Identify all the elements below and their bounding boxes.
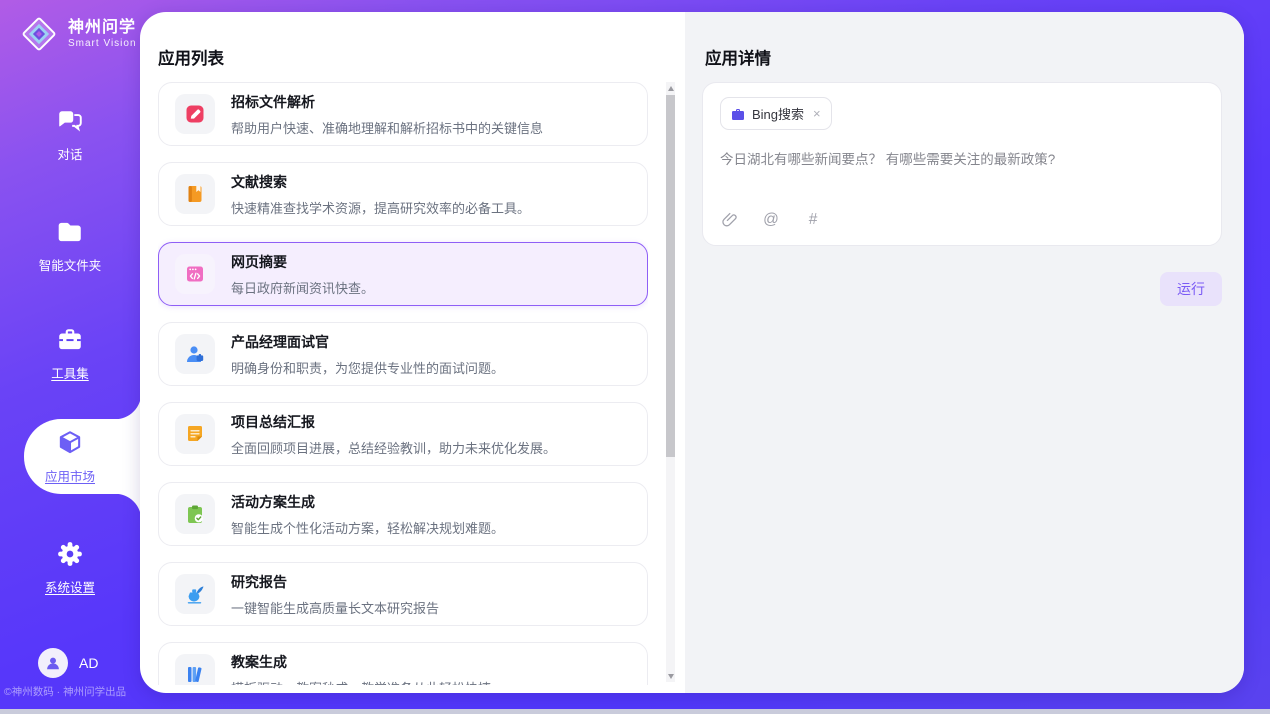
chat-icon bbox=[56, 107, 84, 135]
sidebar-item-label: 对话 bbox=[57, 144, 82, 163]
app-detail-title: 应用详情 bbox=[705, 45, 771, 69]
app-card[interactable]: 研究报告 一键智能生成高质量长文本研究报告 bbox=[158, 562, 648, 626]
toolbox-icon bbox=[56, 326, 84, 354]
app-card-title: 文献搜索 bbox=[231, 172, 530, 192]
books-icon bbox=[175, 654, 215, 685]
content-surface: 应用列表 招标文件解析 帮助用户快速、准确地理解和解析招标书中的关键信息 文献搜… bbox=[140, 12, 1244, 693]
app-list-panel: 应用列表 招标文件解析 帮助用户快速、准确地理解和解析招标书中的关键信息 文献搜… bbox=[140, 12, 685, 693]
mention-icon[interactable]: @ bbox=[762, 211, 780, 229]
app-card-title: 网页摘要 bbox=[231, 252, 374, 272]
app-card-title: 研究报告 bbox=[231, 572, 439, 592]
research-report-icon bbox=[175, 574, 215, 614]
brand-name: 神州问学 bbox=[68, 19, 137, 37]
book-icon bbox=[175, 174, 215, 214]
sidebar-item-label: 系统设置 bbox=[45, 577, 95, 596]
app-card[interactable]: 活动方案生成 智能生成个性化活动方案，轻松解决规划难题。 bbox=[158, 482, 648, 546]
sidebar-item-app-market[interactable]: 应用市场 bbox=[0, 429, 140, 485]
active-notch bbox=[115, 494, 141, 520]
sidebar-item-label: 智能文件夹 bbox=[39, 255, 102, 274]
app-card[interactable]: 项目总结汇报 全面回顾项目进展，总结经验教训，助力未来优化发展。 bbox=[158, 402, 648, 466]
app-list-title: 应用列表 bbox=[158, 45, 224, 69]
attach-button[interactable] bbox=[720, 211, 738, 229]
tool-tag-label: Bing搜索 bbox=[752, 104, 804, 123]
cube-icon bbox=[56, 429, 84, 457]
sidebar-item-label: 工具集 bbox=[51, 363, 89, 382]
app-card-desc: 智能生成个性化活动方案，轻松解决规划难题。 bbox=[231, 518, 504, 537]
app-card[interactable]: 教案生成 模板驱动，教案秒成，教学准备从此轻松快捷 bbox=[158, 642, 648, 685]
scrollbar-thumb[interactable] bbox=[666, 95, 675, 457]
sidebar-item-smart-folder[interactable]: 智能文件夹 bbox=[0, 218, 140, 274]
app-card[interactable]: 产品经理面试官 明确身份和职责，为您提供专业性的面试问题。 bbox=[158, 322, 648, 386]
run-button[interactable]: 运行 bbox=[1160, 272, 1222, 306]
gear-icon bbox=[56, 540, 84, 568]
sidebar-item-chat[interactable]: 对话 bbox=[0, 107, 140, 163]
app-card-desc: 帮助用户快速、准确地理解和解析招标书中的关键信息 bbox=[231, 118, 543, 137]
app-card-desc: 模板驱动，教案秒成，教学准备从此轻松快捷 bbox=[231, 678, 491, 686]
app-card-selected[interactable]: 网页摘要 每日政府新闻资讯快查。 bbox=[158, 242, 648, 306]
webpage-code-icon bbox=[175, 254, 215, 294]
document-edit-icon bbox=[175, 94, 215, 134]
app-card-desc: 快速精准查找学术资源，提高研究效率的必备工具。 bbox=[231, 198, 530, 217]
sidebar-item-toolset[interactable]: 工具集 bbox=[0, 326, 140, 382]
scroll-up-button[interactable] bbox=[666, 82, 675, 94]
app-card-desc: 全面回顾项目进展，总结经验教训，助力未来优化发展。 bbox=[231, 438, 556, 457]
brand-tagline: Smart Vision bbox=[68, 38, 137, 49]
app-list: 招标文件解析 帮助用户快速、准确地理解和解析招标书中的关键信息 文献搜索 快速精… bbox=[158, 82, 648, 685]
remove-tag-button[interactable]: × bbox=[813, 107, 821, 120]
sidebar-item-label: 应用市场 bbox=[45, 466, 95, 485]
app-card-title: 招标文件解析 bbox=[231, 92, 543, 112]
paperclip-icon bbox=[721, 212, 737, 228]
hash-icon[interactable]: # bbox=[804, 211, 822, 229]
app-card-title: 项目总结汇报 bbox=[231, 412, 556, 432]
user-avatar bbox=[38, 648, 68, 678]
app-card[interactable]: 招标文件解析 帮助用户快速、准确地理解和解析招标书中的关键信息 bbox=[158, 82, 648, 146]
app-card-desc: 一键智能生成高质量长文本研究报告 bbox=[231, 598, 439, 617]
interviewer-icon bbox=[175, 334, 215, 374]
prompt-toolbar: @ # bbox=[720, 211, 1204, 231]
copyright-footer: ©神州数码 · 神州问学出品 bbox=[4, 684, 140, 699]
sidebar: 神州问学 Smart Vision 对话 智能文件夹 bbox=[0, 0, 140, 714]
app-card-title: 教案生成 bbox=[231, 652, 491, 672]
folder-icon bbox=[56, 218, 84, 246]
prompt-input[interactable]: 今日湖北有哪些新闻要点？ 有哪些需要关注的最新政策? bbox=[720, 148, 1204, 211]
prompt-card: Bing搜索 × 今日湖北有哪些新闻要点？ 有哪些需要关注的最新政策? @ # bbox=[702, 82, 1222, 246]
note-icon bbox=[175, 414, 215, 454]
user-initials: AD bbox=[79, 655, 98, 671]
app-card[interactable]: 文献搜索 快速精准查找学术资源，提高研究效率的必备工具。 bbox=[158, 162, 648, 226]
app-card-title: 产品经理面试官 bbox=[231, 332, 504, 352]
app-card-desc: 每日政府新闻资讯快查。 bbox=[231, 278, 374, 297]
app-detail-panel: 应用详情 Bing搜索 × 今日湖北有哪些新闻要点？ 有哪些需要关注的最新政策?… bbox=[685, 12, 1244, 693]
clipboard-check-icon bbox=[175, 494, 215, 534]
active-notch bbox=[115, 393, 141, 419]
brand-gem-icon bbox=[18, 13, 60, 55]
scroll-down-button[interactable] bbox=[666, 670, 675, 682]
window-bottom-edge bbox=[0, 709, 1270, 714]
app-logo: 神州问学 Smart Vision bbox=[18, 13, 137, 55]
user-icon bbox=[44, 654, 62, 672]
app-card-desc: 明确身份和职责，为您提供专业性的面试问题。 bbox=[231, 358, 504, 377]
user-profile[interactable]: AD bbox=[38, 648, 98, 678]
app-card-title: 活动方案生成 bbox=[231, 492, 504, 512]
scrollbar[interactable] bbox=[666, 82, 675, 682]
tool-tag-bing[interactable]: Bing搜索 × bbox=[720, 97, 832, 130]
briefcase-icon bbox=[731, 107, 745, 121]
sidebar-item-settings[interactable]: 系统设置 bbox=[0, 540, 140, 596]
